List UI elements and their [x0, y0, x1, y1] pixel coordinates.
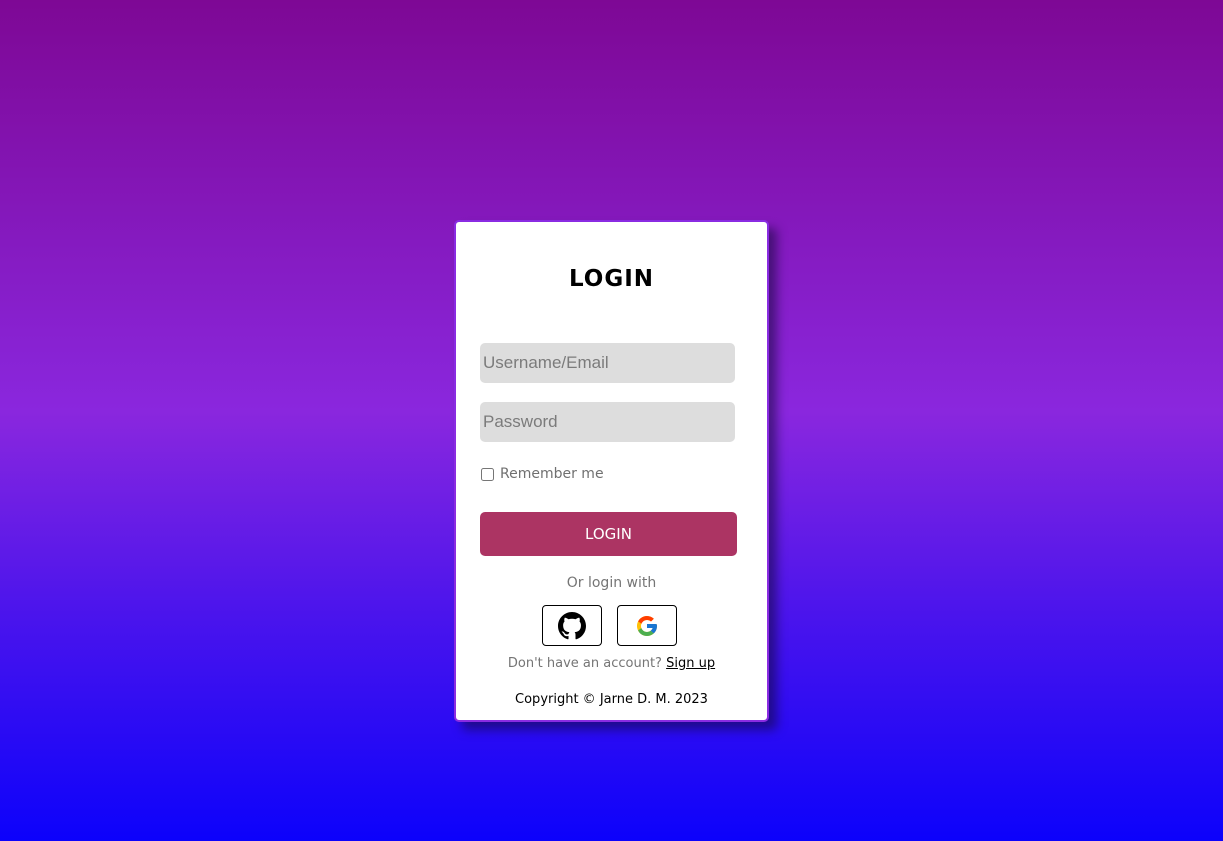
signup-prompt-text: Don't have an account? [507, 656, 662, 671]
signup-link[interactable]: Sign up [666, 656, 715, 671]
remember-me-label: Remember me [500, 466, 604, 482]
google-login-button[interactable] [617, 605, 677, 646]
login-card: LOGIN Remember me LOGIN Or login with Do… [454, 220, 769, 722]
or-login-with-text: Or login with [566, 575, 657, 591]
remember-me[interactable]: Remember me [481, 466, 604, 482]
github-icon [558, 611, 586, 639]
password-input[interactable] [480, 402, 735, 442]
login-button[interactable]: LOGIN [480, 512, 737, 556]
signup-prompt: Don't have an account? Sign up [456, 656, 767, 671]
login-page: { "login_card": { "title": "LOGIN", "use… [0, 0, 1223, 841]
remember-me-checkbox[interactable] [481, 467, 494, 481]
login-title: LOGIN [568, 266, 655, 292]
username-email-input[interactable] [480, 343, 735, 383]
google-icon [637, 615, 657, 636]
copyright-text: Copyright © Jarne D. M. 2023 [515, 692, 708, 707]
github-login-button[interactable] [542, 605, 602, 646]
